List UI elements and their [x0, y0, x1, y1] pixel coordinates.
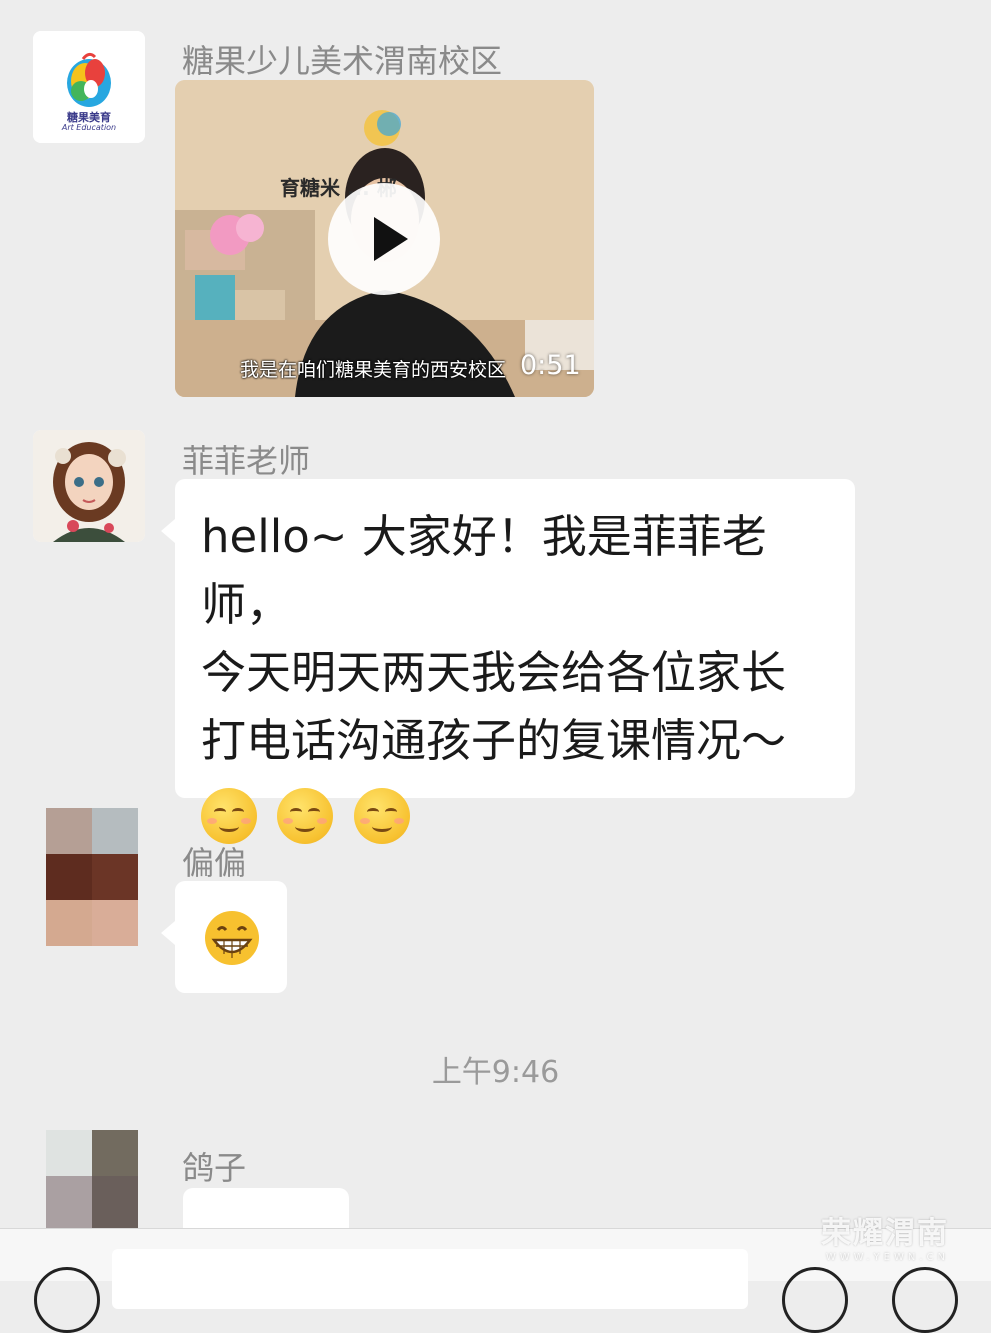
play-icon [374, 217, 408, 261]
message-line: 今天明天两天我会给各位家长 [201, 646, 787, 699]
grin-emoji-icon [205, 911, 259, 965]
plus-button-icon[interactable] [892, 1267, 958, 1333]
voice-toggle-icon[interactable] [34, 1267, 100, 1333]
emoji-button-icon[interactable] [782, 1267, 848, 1333]
blush-emoji-icon [353, 788, 410, 844]
watermark-title: 荣耀渭南 [821, 1216, 949, 1251]
video-subtitle: 我是在咱们糖果美育的西安校区 [240, 359, 507, 381]
message-line: hello~ 大家好！我是菲菲老师， [201, 510, 767, 631]
watermark-url: WWW.YEWN.CN [825, 1252, 949, 1263]
sender-name: 偏偏 [182, 844, 247, 882]
message-text: hello~ 大家好！我是菲菲老师， 今天明天两天我会给各位家长 打电话沟通孩子… [201, 503, 841, 847]
emoji-row [201, 779, 841, 847]
message-input[interactable] [112, 1249, 748, 1309]
avatar-brand-subtext: Art Education [61, 123, 117, 132]
message-line: 打电话沟通孩子的复课情况～ [201, 714, 787, 767]
watermark: 荣耀渭南 WWW.YEWN.CN [821, 1208, 949, 1263]
avatar-tangguo[interactable]: 糖果美育 Art Education [33, 31, 145, 143]
sender-name: 鸽子 [182, 1149, 247, 1187]
avatar-gezi[interactable] [46, 1130, 138, 1228]
message-timestamp: 上午9:46 [431, 1055, 560, 1090]
pixelated-avatar-icon [46, 808, 138, 946]
video-duration: 0:51 [520, 350, 581, 381]
emoji-message-bubble[interactable] [161, 881, 287, 993]
avatar-illustration-icon [33, 430, 145, 542]
text-message-bubble[interactable]: hello~ 大家好！我是菲菲老师， 今天明天两天我会给各位家长 打电话沟通孩子… [161, 479, 855, 844]
play-button[interactable] [328, 183, 440, 295]
blush-emoji-icon [277, 788, 334, 844]
blush-emoji-icon [201, 788, 257, 844]
sender-name: 菲菲老师 [182, 442, 311, 480]
avatar-pianpian[interactable] [46, 808, 138, 946]
sender-name: 糖果少儿美术渭南校区 [182, 42, 503, 80]
avatar-feifei[interactable] [33, 430, 145, 542]
pixelated-avatar-icon [46, 1130, 138, 1228]
